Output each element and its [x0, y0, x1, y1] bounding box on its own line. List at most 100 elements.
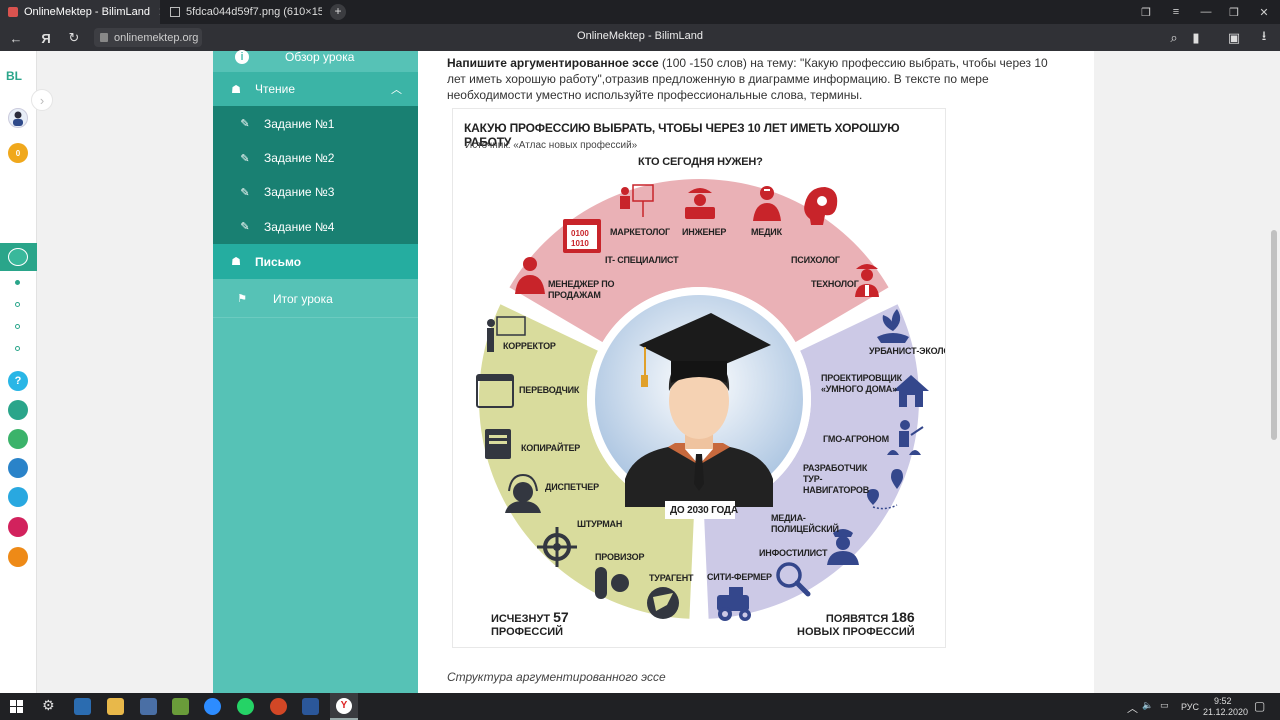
sidebar-item-label: Итог урока	[273, 291, 333, 306]
collapse-chevron-icon[interactable]: ›	[31, 89, 53, 111]
app-icon[interactable]	[172, 698, 189, 715]
disappear-sub: ПРОФЕССИЙ	[491, 626, 564, 638]
sidebar-item-task-4[interactable]: ✎ Задание №4	[213, 209, 418, 244]
label-medic: МЕДИК	[751, 227, 782, 237]
step-dot[interactable]	[15, 302, 20, 307]
sidebar-item-task-1[interactable]: ✎ Задание №1	[213, 106, 418, 141]
yandex-browser-taskbar-button[interactable]: Y	[330, 693, 358, 720]
sidebar-item-result[interactable]: ⚑ Итог урока	[213, 280, 418, 318]
label-translator: ПЕРЕВОДЧИК	[519, 385, 580, 395]
label-proofreader: КОРРЕКТОР	[503, 341, 556, 351]
edit-icon: ✎	[240, 118, 250, 130]
label-copywriter: КОПИРАЙТЕР	[521, 443, 581, 453]
address-bar: ← Я ↻ onlinemektep.org OnlineMektep - Bi…	[0, 24, 1280, 51]
app-icon[interactable]	[8, 429, 28, 449]
sidebar-item-label: Задание №4	[264, 219, 335, 234]
back-arrow-icon[interactable]: ←	[6, 28, 26, 48]
sidebar-item-task-3[interactable]: ✎ Задание №3	[213, 175, 418, 209]
minimize-icon[interactable]: —	[1192, 0, 1220, 24]
label-travel-agent: ТУРАГЕНТ	[649, 573, 694, 583]
whatsapp-icon[interactable]	[237, 698, 254, 715]
volume-icon[interactable]: 🔈	[1142, 700, 1153, 711]
calculator-icon[interactable]	[140, 698, 157, 715]
sidebar-item-label: Задание №2	[264, 151, 335, 165]
disappear-text: ИСЧЕЗНУТ	[491, 613, 551, 625]
step-dot[interactable]	[15, 346, 20, 351]
sidebar-item-reading[interactable]: ☗ Чтение ︿	[213, 72, 418, 106]
notifications-icon[interactable]: ▢	[1254, 699, 1265, 713]
graduation-cap-icon: ☗	[231, 83, 241, 96]
avatar[interactable]	[8, 108, 28, 128]
download-icon[interactable]: ⭳	[1254, 28, 1274, 48]
extensions-icon[interactable]: ▣	[1224, 28, 1244, 48]
clock-date[interactable]: 21.12.2020	[1203, 707, 1248, 717]
copywriter-icon	[485, 429, 511, 459]
current-lesson-icon[interactable]	[0, 243, 37, 271]
task-heading: Напишите аргументированное эссе	[447, 56, 659, 70]
zoom-icon[interactable]	[204, 698, 221, 715]
step-dot[interactable]	[15, 280, 20, 285]
sidebar-item-overview[interactable]: i Обзор урока	[213, 43, 418, 71]
left-rail: BL 0 ?	[0, 51, 37, 693]
bilimland-logo[interactable]: BL	[6, 69, 22, 83]
sidebar-item-label: Задание №3	[264, 185, 335, 199]
app-icon[interactable]	[8, 458, 28, 478]
points-badge[interactable]: 0	[8, 143, 28, 163]
reload-icon[interactable]: ↻	[64, 28, 84, 48]
appear-sub: НОВЫХ ПРОФЕССИЙ	[797, 626, 915, 638]
app-icon[interactable]	[8, 487, 28, 507]
photos-app-icon[interactable]	[74, 698, 91, 715]
step-dot[interactable]	[15, 324, 20, 329]
sidebar-item-task-2[interactable]: ✎ Задание №2	[213, 141, 418, 175]
close-window-icon[interactable]: ✕	[1250, 0, 1278, 24]
url-field[interactable]: onlinemektep.org	[94, 28, 202, 47]
tray-chevron-icon[interactable]: ︿	[1127, 700, 1138, 716]
label-infostylist: ИНФОСТИЛИСТ	[759, 548, 828, 558]
sidebar-item-label: Письмо	[255, 254, 302, 269]
needed-title: КТО СЕГОДНЯ НУЖЕН?	[638, 156, 763, 168]
yandex-icon[interactable]: Я	[36, 28, 56, 48]
search-page-icon[interactable]: ⌕	[1164, 28, 1184, 48]
bookmark-icon[interactable]: ▮	[1186, 28, 1206, 48]
network-icon[interactable]: ▭	[1160, 700, 1169, 711]
sidebar-item-label: Обзор урока	[285, 50, 355, 64]
windows-taskbar: ⚙ Y ︿ 🔈 ▭ РУС 9:52 21.12.2020 ▢	[0, 693, 1280, 720]
language-indicator[interactable]: РУС	[1181, 702, 1199, 712]
it-chip-line-1: 0100	[571, 229, 589, 238]
disappear-summary: ИСЧЕЗНУТ 57 ПРОФЕССИЙ	[491, 610, 569, 639]
chevron-up-icon[interactable]: ︿	[391, 81, 402, 97]
scrollbar-thumb[interactable]	[1271, 230, 1277, 440]
settings-gear-icon[interactable]: ⚙	[42, 697, 55, 714]
site-favicon-icon	[8, 7, 18, 17]
lesson-sidebar: i Обзор урока ☗ Чтение ︿ ✎ Задание №1 ✎ …	[213, 50, 418, 693]
maximize-icon[interactable]: ❒	[1220, 0, 1248, 24]
sidebar-item-label: Задание №1	[264, 116, 335, 131]
menu-icon[interactable]: ≡	[1162, 0, 1190, 24]
powerpoint-icon[interactable]	[270, 698, 287, 715]
sidebar-item-writing[interactable]: ☗ Письмо	[213, 244, 418, 279]
app-icon[interactable]	[8, 400, 28, 420]
app-icon[interactable]	[8, 517, 28, 537]
help-icon[interactable]: ?	[8, 371, 28, 391]
label-tour-navigator-developer: РАЗРАБОТЧИК ТУР-НАВИГАТОРОВ	[803, 463, 870, 495]
appear-number: 186	[891, 609, 915, 625]
page-margin	[1094, 51, 1268, 693]
windows-start-icon[interactable]	[10, 700, 23, 713]
appear-summary: ПОЯВЯТСЯ 186 НОВЫХ ПРОФЕССИЙ	[797, 609, 915, 639]
app-icon[interactable]	[8, 547, 28, 567]
edit-icon: ✎	[240, 152, 250, 165]
bookmarks-panel-icon[interactable]: ❐	[1132, 0, 1160, 24]
tab-onlinemektep[interactable]: OnlineMektep - BilimLand ✕	[0, 0, 160, 24]
close-tab-icon[interactable]: ✕	[150, 5, 160, 19]
clock-time[interactable]: 9:52	[1214, 696, 1232, 706]
tab-image[interactable]: 5fdca044d59f7.png (610×15 ✕	[162, 0, 322, 24]
professions-infographic: КАКУЮ ПРОФЕССИЮ ВЫБРАТЬ, ЧТОБЫ ЧЕРЕЗ 10 …	[452, 108, 946, 648]
flag-icon: ⚑	[237, 293, 247, 305]
new-tab-button[interactable]: +	[330, 4, 346, 20]
label-pharmacist: ПРОВИЗОР	[595, 552, 645, 562]
edit-icon: ✎	[240, 186, 250, 199]
file-explorer-icon[interactable]	[107, 698, 124, 715]
word-icon[interactable]	[302, 698, 319, 715]
label-dispatcher: ДИСПЕТЧЕР	[545, 482, 599, 492]
travel-agent-icon	[647, 587, 679, 619]
